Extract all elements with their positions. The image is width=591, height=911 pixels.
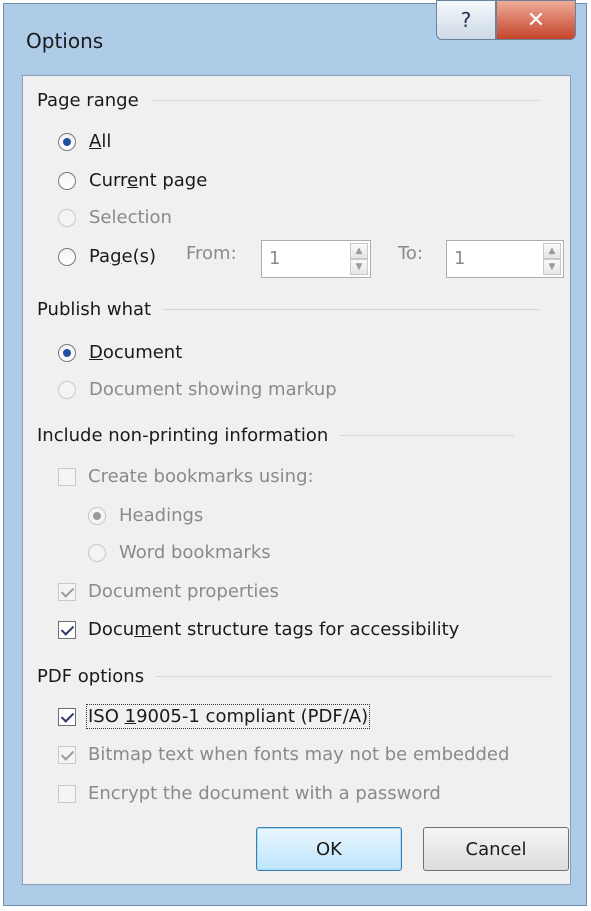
radio-pages-label: Page(s) [89,246,157,267]
group-publish-what: Publish what [37,299,540,320]
checkbox-structure-tags[interactable]: Document structure tags for accessibilit… [58,619,459,640]
close-button[interactable]: ✕ [496,0,576,40]
to-page-stepper: 1 ▲ ▼ [446,240,564,278]
radio-document-label: Document [89,342,183,363]
cancel-button[interactable]: Cancel [423,827,569,871]
radio-current-page-label: Current page [89,170,208,191]
group-pdf-options: PDF options [37,666,553,687]
ok-button[interactable]: OK [256,827,402,871]
group-divider [150,100,539,101]
checkbox-indicator[interactable] [58,707,76,726]
checkbox-indicator [58,582,76,601]
group-heading: Page range [37,90,139,111]
radio-all-label: All [89,131,112,152]
radio-indicator[interactable] [58,132,76,151]
checkbox-structure-tags-label: Document structure tags for accessibilit… [88,619,460,640]
checkbox-iso-compliant[interactable]: ISO 19005-1 compliant (PDF/A) [58,704,371,729]
group-non-printing: Include non-printing information [37,425,515,446]
checkbox-document-properties-label: Document properties [88,581,279,602]
radio-all[interactable]: All [58,131,111,152]
to-label: To: [398,243,424,264]
to-page-arrows: ▲ ▼ [543,243,561,275]
checkbox-indicator [58,467,76,486]
from-page-value: 1 [269,248,281,269]
help-button[interactable]: ? [436,0,496,40]
radio-indicator [88,506,106,525]
radio-selection-label: Selection [89,207,172,228]
from-page-stepper: 1 ▲ ▼ [261,240,371,278]
checkbox-encrypt: Encrypt the document with a password [58,783,441,804]
spin-up-icon: ▲ [350,243,368,259]
close-icon: ✕ [526,7,546,33]
radio-headings: Headings [88,505,203,526]
radio-headings-label: Headings [119,505,204,526]
radio-selection: Selection [58,207,172,228]
group-heading: Include non-printing information [37,425,329,446]
group-page-range: Page range [37,90,539,111]
radio-document[interactable]: Document [58,342,182,363]
spin-down-icon: ▼ [543,259,561,275]
checkbox-indicator[interactable] [58,620,76,639]
radio-indicator[interactable] [58,343,76,362]
checkbox-indicator [58,745,76,764]
checkbox-bitmap-text: Bitmap text when fonts may not be embedd… [58,744,509,765]
checkbox-create-bookmarks: Create bookmarks using: [58,466,314,487]
dialog-title: Options [26,29,104,53]
radio-document-markup-label: Document showing markup [89,379,337,400]
group-divider [156,676,553,677]
checkbox-document-properties: Document properties [58,581,279,602]
group-heading: PDF options [37,666,145,687]
group-heading: Publish what [37,299,152,320]
from-label: From: [186,243,237,264]
from-page-arrows: ▲ ▼ [350,243,368,275]
radio-indicator [88,543,106,562]
help-icon: ? [460,8,472,32]
spin-up-icon: ▲ [543,243,561,259]
radio-pages[interactable]: Page(s) [58,246,156,267]
checkbox-bitmap-text-label: Bitmap text when fonts may not be embedd… [88,744,510,765]
checkbox-indicator [58,784,76,803]
group-divider [340,435,515,436]
checkbox-encrypt-label: Encrypt the document with a password [88,783,441,804]
radio-current-page[interactable]: Current page [58,170,207,191]
radio-indicator[interactable] [58,247,76,266]
radio-indicator [58,380,76,399]
radio-word-bookmarks-label: Word bookmarks [119,542,271,563]
radio-indicator [58,208,76,227]
radio-word-bookmarks: Word bookmarks [88,542,271,563]
group-divider [163,309,540,310]
checkbox-create-bookmarks-label: Create bookmarks using: [88,466,314,487]
spin-down-icon: ▼ [350,259,368,275]
checkbox-iso-compliant-label: ISO 19005-1 compliant (PDF/A) [85,704,371,729]
radio-indicator[interactable] [58,171,76,190]
to-page-value: 1 [454,248,466,269]
radio-document-markup: Document showing markup [58,379,337,400]
